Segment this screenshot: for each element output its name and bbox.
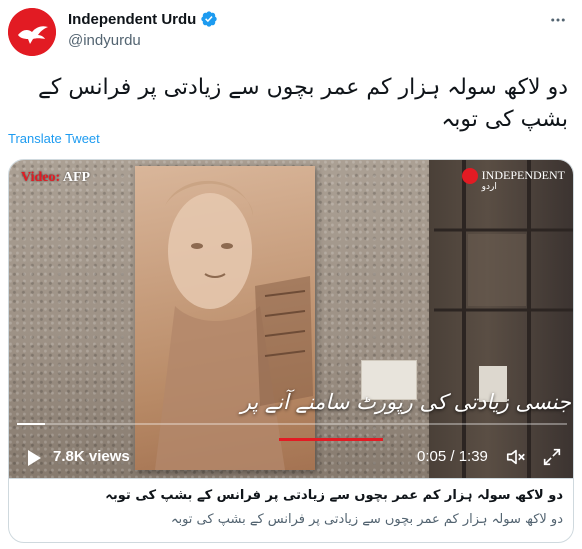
brand-name: INDEPENDENT: [481, 168, 565, 182]
brand-sub: اردو: [481, 182, 497, 192]
video-credit-prefix: Video:: [21, 170, 61, 185]
video-controls: 7.8K views 0:05 / 1:39: [9, 438, 573, 478]
fullscreen-icon[interactable]: [541, 446, 565, 470]
tweet-header: Independent Urdu @indyurdu: [0, 0, 582, 64]
video-brand-watermark: INDEPENDENT اردو: [461, 168, 565, 193]
video-player[interactable]: Video: AFP INDEPENDENT اردو جنسی زیادتی …: [9, 160, 573, 478]
volume-muted-icon[interactable]: [505, 446, 529, 470]
card-meta[interactable]: دو لاکھ سولہ ہزار کم عمر بچوں سے زیادتی …: [9, 478, 573, 542]
card-description: دو لاکھ سولہ ہزار کم عمر بچوں سے زیادتی …: [170, 512, 563, 527]
account-handle[interactable]: @indyurdu: [68, 32, 141, 49]
video-progress-bar[interactable]: [17, 423, 567, 425]
video-credit: Video: AFP: [21, 170, 90, 186]
video-time: 0:05 / 1:39: [417, 448, 488, 465]
avatar[interactable]: [8, 8, 56, 56]
video-credit-source: AFP: [62, 170, 91, 185]
video-card[interactable]: Video: AFP INDEPENDENT اردو جنسی زیادتی …: [8, 159, 574, 543]
eagle-logo-icon: [8, 8, 56, 56]
translate-tweet-link[interactable]: Translate Tweet: [8, 131, 100, 146]
verified-badge-icon: [200, 10, 218, 28]
brand-logo-icon: [461, 168, 478, 184]
view-count: 7.8K views: [53, 448, 130, 465]
more-options-icon[interactable]: [546, 8, 570, 32]
window-frame-graphic: [434, 160, 573, 478]
account-name[interactable]: Independent Urdu: [68, 11, 196, 28]
play-icon[interactable]: [21, 446, 45, 470]
tweet-text: دو لاکھ سولہ ہزار کم عمر بچوں سے زیادتی …: [38, 75, 568, 132]
video-caption-overlay: جنسی زیادتی کی رپورٹ سامنے آنے پر: [240, 390, 571, 414]
card-title: دو لاکھ سولہ ہزار کم عمر بچوں سے زیادتی …: [105, 488, 563, 503]
video-progress-fill: [17, 423, 45, 425]
